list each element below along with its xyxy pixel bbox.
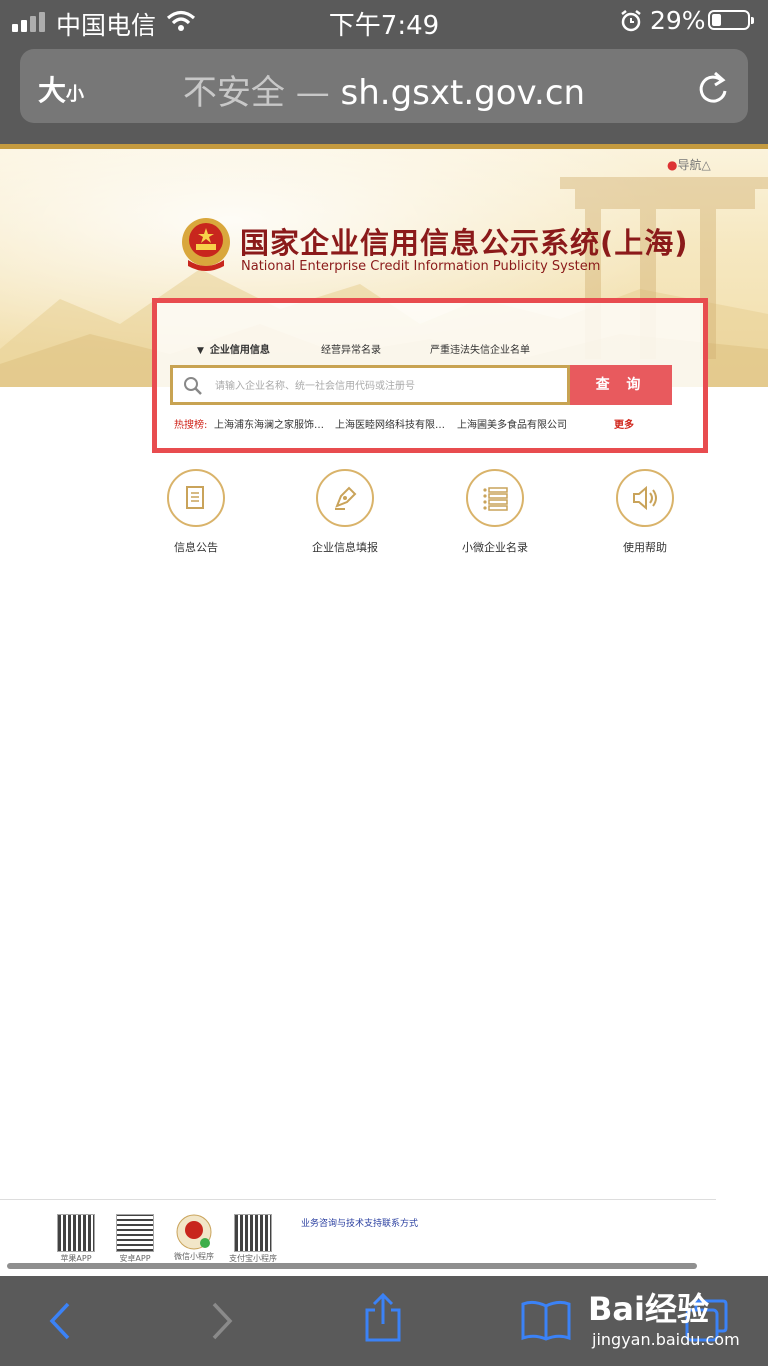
insecure-label: 不安全 — xyxy=(182,73,330,113)
qr-code-icon xyxy=(234,1214,272,1252)
share-icon[interactable] xyxy=(362,1292,404,1344)
hot-search-item[interactable]: 上海浦东海澜之家服饰… xyxy=(214,416,324,431)
tab-abnormal-list[interactable]: 经营异常名录 xyxy=(321,341,381,356)
quick-link-help[interactable]: 使用帮助 xyxy=(580,469,710,555)
qr-android-app[interactable]: 安卓APP xyxy=(115,1214,155,1264)
wechat-miniprogram-icon xyxy=(176,1214,212,1250)
pen-icon xyxy=(335,486,357,510)
footer-divider xyxy=(0,1199,716,1200)
site-subtitle: National Enterprise Credit Information P… xyxy=(241,259,601,274)
quick-link-label: 小微企业名录 xyxy=(462,541,528,554)
quick-link-announcements[interactable]: 信息公告 xyxy=(131,469,261,555)
alarm-icon xyxy=(621,10,641,32)
qr-wechat-miniprogram[interactable]: 微信小程序 xyxy=(174,1214,214,1262)
qr-ios-app[interactable]: 苹果APP xyxy=(56,1214,96,1264)
horizontal-scrollbar[interactable] xyxy=(7,1263,697,1269)
nav-link[interactable]: ●导航△ xyxy=(667,156,711,173)
search-icon xyxy=(184,377,202,395)
caret-down-icon: ▼ xyxy=(197,346,204,356)
hot-search-item[interactable]: 上海圃美多食品有限公司 xyxy=(457,416,567,431)
hot-search-item[interactable]: 上海医睦网络科技有限… xyxy=(335,416,445,431)
address-bar[interactable]: 大小 不安全 — sh.gsxt.gov.cn xyxy=(20,49,748,123)
tab-credit-info[interactable]: ▼ 企业信用信息 xyxy=(197,341,270,356)
url-field[interactable]: 不安全 — sh.gsxt.gov.cn xyxy=(20,65,748,114)
quick-link-report[interactable]: 企业信息填报 xyxy=(280,469,410,555)
back-icon[interactable] xyxy=(46,1300,74,1342)
hot-search-list: 热搜榜: 上海浦东海澜之家服饰… 上海医睦网络科技有限… 上海圃美多食品有限公司… xyxy=(174,416,674,431)
more-link[interactable]: 更多 xyxy=(614,416,634,431)
browser-chrome: 大小 不安全 — sh.gsxt.gov.cn xyxy=(0,44,768,144)
baidu-watermark: Bai经验 xyxy=(588,1290,709,1328)
qr-alipay-miniprogram[interactable]: 支付宝小程序 xyxy=(229,1214,277,1264)
speaker-icon xyxy=(633,485,657,511)
site-title: 国家企业信用信息公示系统(上海) xyxy=(240,226,689,260)
quick-link-small-business[interactable]: 小微企业名录 xyxy=(430,469,560,555)
document-icon xyxy=(186,486,204,509)
qr-code-icon xyxy=(116,1214,154,1252)
battery-percent: 29% xyxy=(650,6,706,35)
status-bar: 中国电信 下午7:49 29% xyxy=(0,0,768,44)
bookmarks-icon[interactable] xyxy=(520,1298,572,1342)
list-icon xyxy=(483,487,508,511)
search-button[interactable]: 查 询 xyxy=(570,365,672,405)
reload-icon[interactable] xyxy=(696,69,730,105)
national-emblem-logo xyxy=(182,218,230,271)
qr-code-icon xyxy=(57,1214,95,1252)
tab-blacklist[interactable]: 严重违法失信企业名单 xyxy=(430,341,530,356)
baidu-watermark-url: jingyan.baidu.com xyxy=(592,1330,740,1349)
location-pin-icon: ● xyxy=(667,158,678,172)
quick-link-label: 使用帮助 xyxy=(623,541,667,554)
search-box xyxy=(170,365,570,405)
forward-icon[interactable] xyxy=(208,1300,236,1342)
quick-link-label: 信息公告 xyxy=(174,541,218,554)
quick-link-label: 企业信息填报 xyxy=(312,541,378,554)
hot-search-label: 热搜榜: xyxy=(174,420,208,431)
qr-caption: 微信小程序 xyxy=(174,1252,214,1261)
search-input[interactable] xyxy=(213,368,557,404)
support-contact-link[interactable]: 业务咨询与技术支持联系方式 xyxy=(301,1216,418,1229)
battery-icon xyxy=(708,10,754,30)
search-panel: ▼企业信用信息 经营异常名录 严重违法失信企业名单 查 询 热搜榜: 上海浦东海… xyxy=(152,298,708,453)
url-text: sh.gsxt.gov.cn xyxy=(340,73,586,113)
